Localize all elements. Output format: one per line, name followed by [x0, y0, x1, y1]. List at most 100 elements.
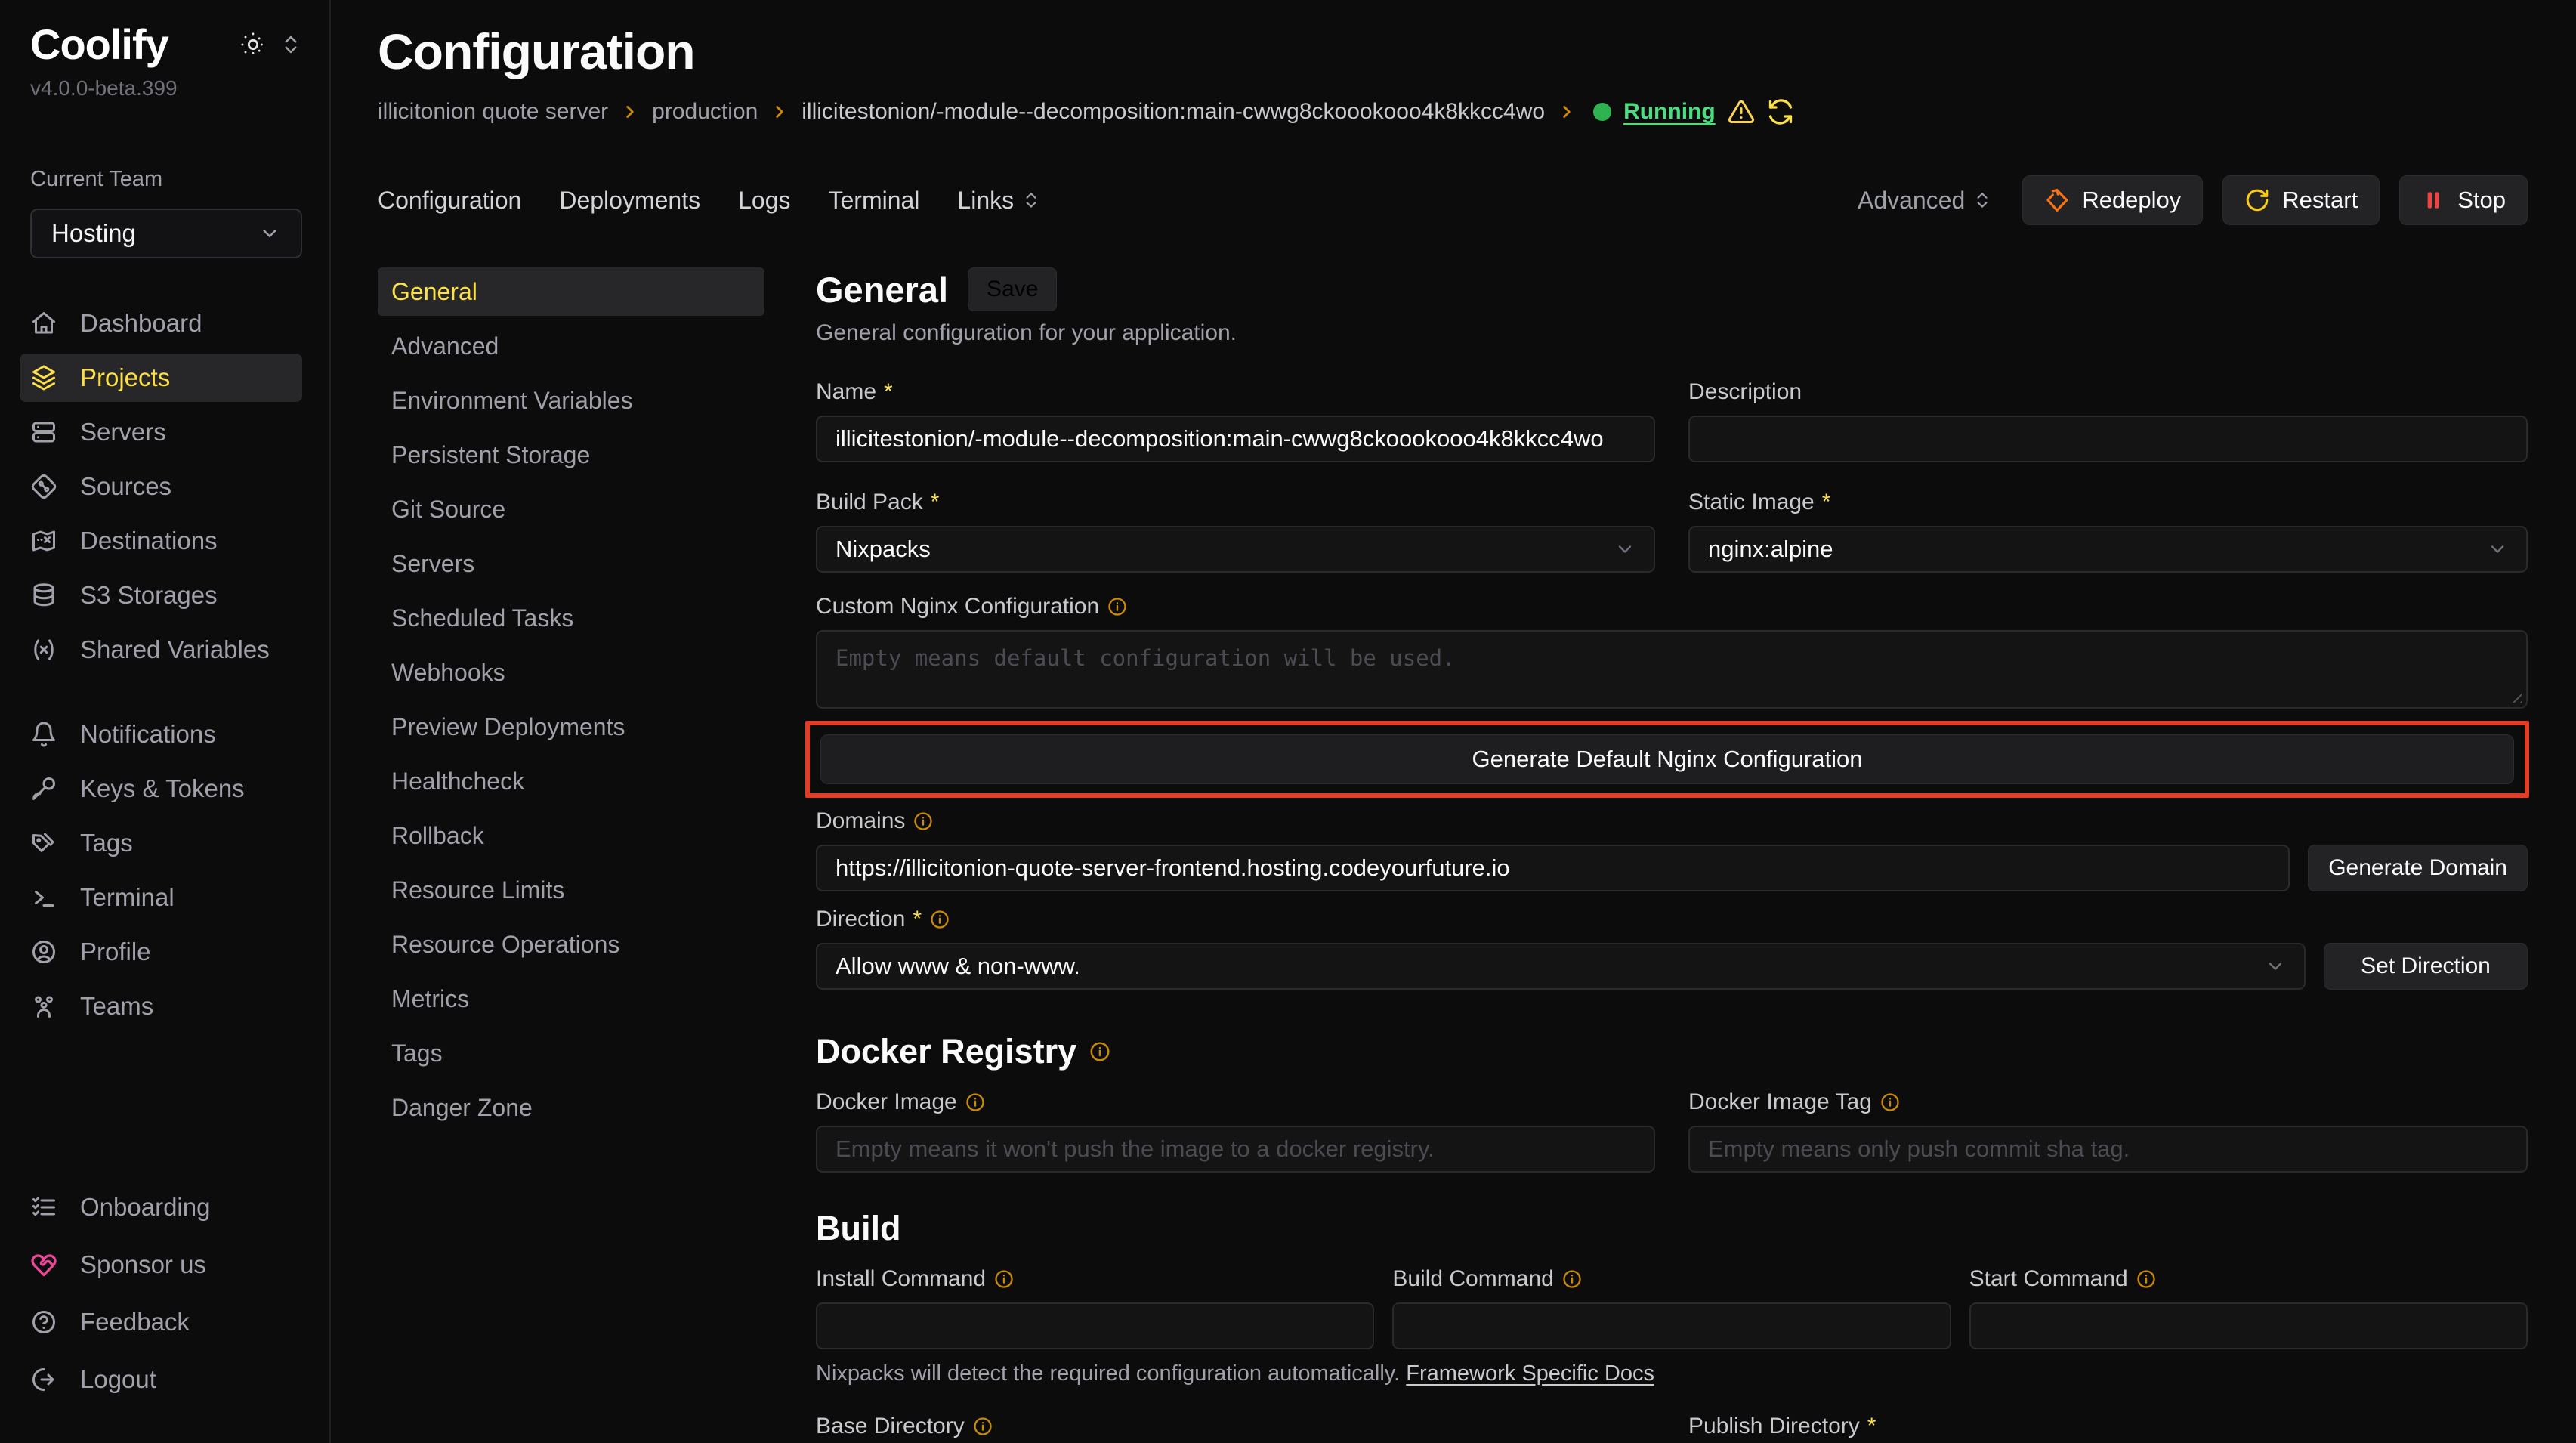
breadcrumb-environment[interactable]: production: [652, 99, 758, 125]
subnav-resource-operations[interactable]: Resource Operations: [378, 920, 764, 969]
sidebar-item-s3-storages[interactable]: S3 Storages: [20, 571, 302, 620]
nginx-config-textarea[interactable]: Empty means default configuration will b…: [816, 630, 2528, 709]
install-command-input[interactable]: [816, 1302, 1374, 1349]
chevron-right-icon: [1557, 102, 1577, 122]
info-icon: [2136, 1268, 2157, 1290]
sidebar-item-notifications[interactable]: Notifications: [20, 710, 302, 759]
alert-triangle-icon[interactable]: [1728, 98, 1755, 125]
name-input[interactable]: [816, 416, 1655, 462]
subnav-rollback[interactable]: Rollback: [378, 811, 764, 860]
subnav-resource-limits[interactable]: Resource Limits: [378, 866, 764, 914]
sidebar-item-onboarding[interactable]: Onboarding: [20, 1183, 302, 1231]
build-pack-select[interactable]: Nixpacks: [816, 526, 1655, 573]
theme-selector-chevrons-icon[interactable]: [280, 33, 302, 56]
docker-image-input[interactable]: [816, 1126, 1655, 1173]
subnav-persistent-storage[interactable]: Persistent Storage: [378, 431, 764, 479]
map-icon: [30, 527, 57, 555]
docker-image-tag-input[interactable]: [1688, 1126, 2528, 1173]
build-command-input[interactable]: [1392, 1302, 1951, 1349]
heart-hands-icon: [30, 1251, 57, 1278]
sidebar-item-keys-tokens[interactable]: Keys & Tokens: [20, 765, 302, 813]
sidebar-item-projects[interactable]: Projects: [20, 354, 302, 402]
sidebar-item-profile[interactable]: Profile: [20, 928, 302, 976]
subnav-healthcheck[interactable]: Healthcheck: [378, 757, 764, 805]
help-circle-icon: [30, 1309, 57, 1336]
sidebar-item-dashboard[interactable]: Dashboard: [20, 299, 302, 348]
info-icon: [993, 1268, 1015, 1290]
annotation-highlight-box: Generate Default Nginx Configuration: [805, 721, 2529, 798]
set-direction-button[interactable]: Set Direction: [2324, 943, 2528, 990]
status-badge[interactable]: Running: [1623, 99, 1716, 125]
tab-logs[interactable]: Logs: [738, 187, 790, 215]
subnav-scheduled-tasks[interactable]: Scheduled Tasks: [378, 594, 764, 642]
breadcrumb-application[interactable]: illicitestonion/-module--decomposition:m…: [802, 99, 1545, 125]
generate-nginx-config-button[interactable]: Generate Default Nginx Configuration: [820, 734, 2514, 784]
sidebar-item-terminal[interactable]: Terminal: [20, 873, 302, 922]
redeploy-icon: [2044, 187, 2070, 213]
subnav-servers[interactable]: Servers: [378, 539, 764, 588]
save-button[interactable]: Save: [968, 267, 1057, 311]
sidebar-item-shared-variables[interactable]: Shared Variables: [20, 626, 302, 674]
server-icon: [30, 419, 57, 446]
description-input[interactable]: [1688, 416, 2528, 462]
static-image-label: Static Image: [1688, 490, 1815, 515]
framework-docs-link[interactable]: Framework Specific Docs: [1406, 1361, 1654, 1386]
breadcrumb-project[interactable]: illicitonion quote server: [378, 99, 608, 125]
static-image-select[interactable]: nginx:alpine: [1688, 526, 2528, 573]
resize-handle[interactable]: [2510, 691, 2522, 703]
chevron-down-icon: [2487, 539, 2508, 560]
subnav-advanced[interactable]: Advanced: [378, 322, 764, 370]
home-icon: [30, 310, 57, 337]
subnav-general[interactable]: General: [378, 267, 764, 316]
config-subnav: General Advanced Environment Variables P…: [378, 267, 764, 1443]
name-label: Name: [816, 379, 876, 405]
sidebar-item-logout[interactable]: Logout: [20, 1355, 302, 1404]
sidebar-item-tags[interactable]: Tags: [20, 819, 302, 867]
docker-image-tag-label: Docker Image Tag: [1688, 1089, 1872, 1115]
status-dot: [1593, 103, 1611, 121]
generate-domain-button[interactable]: Generate Domain: [2308, 845, 2528, 891]
logout-icon: [30, 1366, 57, 1393]
subnav-tags[interactable]: Tags: [378, 1029, 764, 1077]
nixpacks-note: Nixpacks will detect the required config…: [816, 1361, 2528, 1386]
direction-select[interactable]: Allow www & non-www.: [816, 943, 2306, 990]
layers-icon: [30, 364, 57, 391]
main-content: Configuration illicitonion quote server …: [331, 0, 2576, 1443]
theme-sun-icon[interactable]: [240, 32, 266, 57]
tab-links[interactable]: Links: [957, 187, 1041, 215]
subnav-environment-variables[interactable]: Environment Variables: [378, 376, 764, 425]
start-command-input[interactable]: [1969, 1302, 2528, 1349]
sidebar-item-servers[interactable]: Servers: [20, 408, 302, 456]
subnav-git-source[interactable]: Git Source: [378, 485, 764, 533]
breadcrumb: illicitonion quote server production ill…: [378, 98, 2528, 125]
subnav-metrics[interactable]: Metrics: [378, 975, 764, 1023]
sidebar-item-teams[interactable]: Teams: [20, 982, 302, 1030]
tab-deployments[interactable]: Deployments: [559, 187, 700, 215]
sidebar-item-destinations[interactable]: Destinations: [20, 517, 302, 565]
stop-button[interactable]: Stop: [2399, 175, 2528, 225]
restart-button[interactable]: Restart: [2222, 175, 2380, 225]
subnav-danger-zone[interactable]: Danger Zone: [378, 1083, 764, 1132]
sidebar-item-feedback[interactable]: Feedback: [20, 1298, 302, 1346]
tab-terminal[interactable]: Terminal: [828, 187, 919, 215]
sidebar: Coolify v4.0.0-beta.399 Current Team Hos…: [0, 0, 331, 1443]
sidebar-nav: Dashboard Projects Servers Sources Desti…: [30, 299, 302, 1037]
refresh-icon[interactable]: [1767, 98, 1794, 125]
tab-configuration[interactable]: Configuration: [378, 187, 521, 215]
key-icon: [30, 775, 57, 802]
nginx-config-label: Custom Nginx Configuration: [816, 594, 1099, 620]
bell-icon: [30, 721, 57, 748]
advanced-dropdown[interactable]: Advanced: [1858, 187, 1992, 215]
chevron-down-icon: [258, 222, 281, 245]
team-select[interactable]: Hosting: [30, 209, 302, 258]
domains-input[interactable]: [816, 845, 2290, 891]
stop-icon: [2421, 188, 2445, 212]
sidebar-item-sponsor-us[interactable]: Sponsor us: [20, 1241, 302, 1289]
chevron-right-icon: [620, 102, 640, 122]
git-icon: [30, 473, 57, 500]
subnav-preview-deployments[interactable]: Preview Deployments: [378, 703, 764, 751]
app-version: v4.0.0-beta.399: [30, 76, 302, 100]
redeploy-button[interactable]: Redeploy: [2022, 175, 2203, 225]
subnav-webhooks[interactable]: Webhooks: [378, 648, 764, 697]
sidebar-item-sources[interactable]: Sources: [20, 462, 302, 511]
